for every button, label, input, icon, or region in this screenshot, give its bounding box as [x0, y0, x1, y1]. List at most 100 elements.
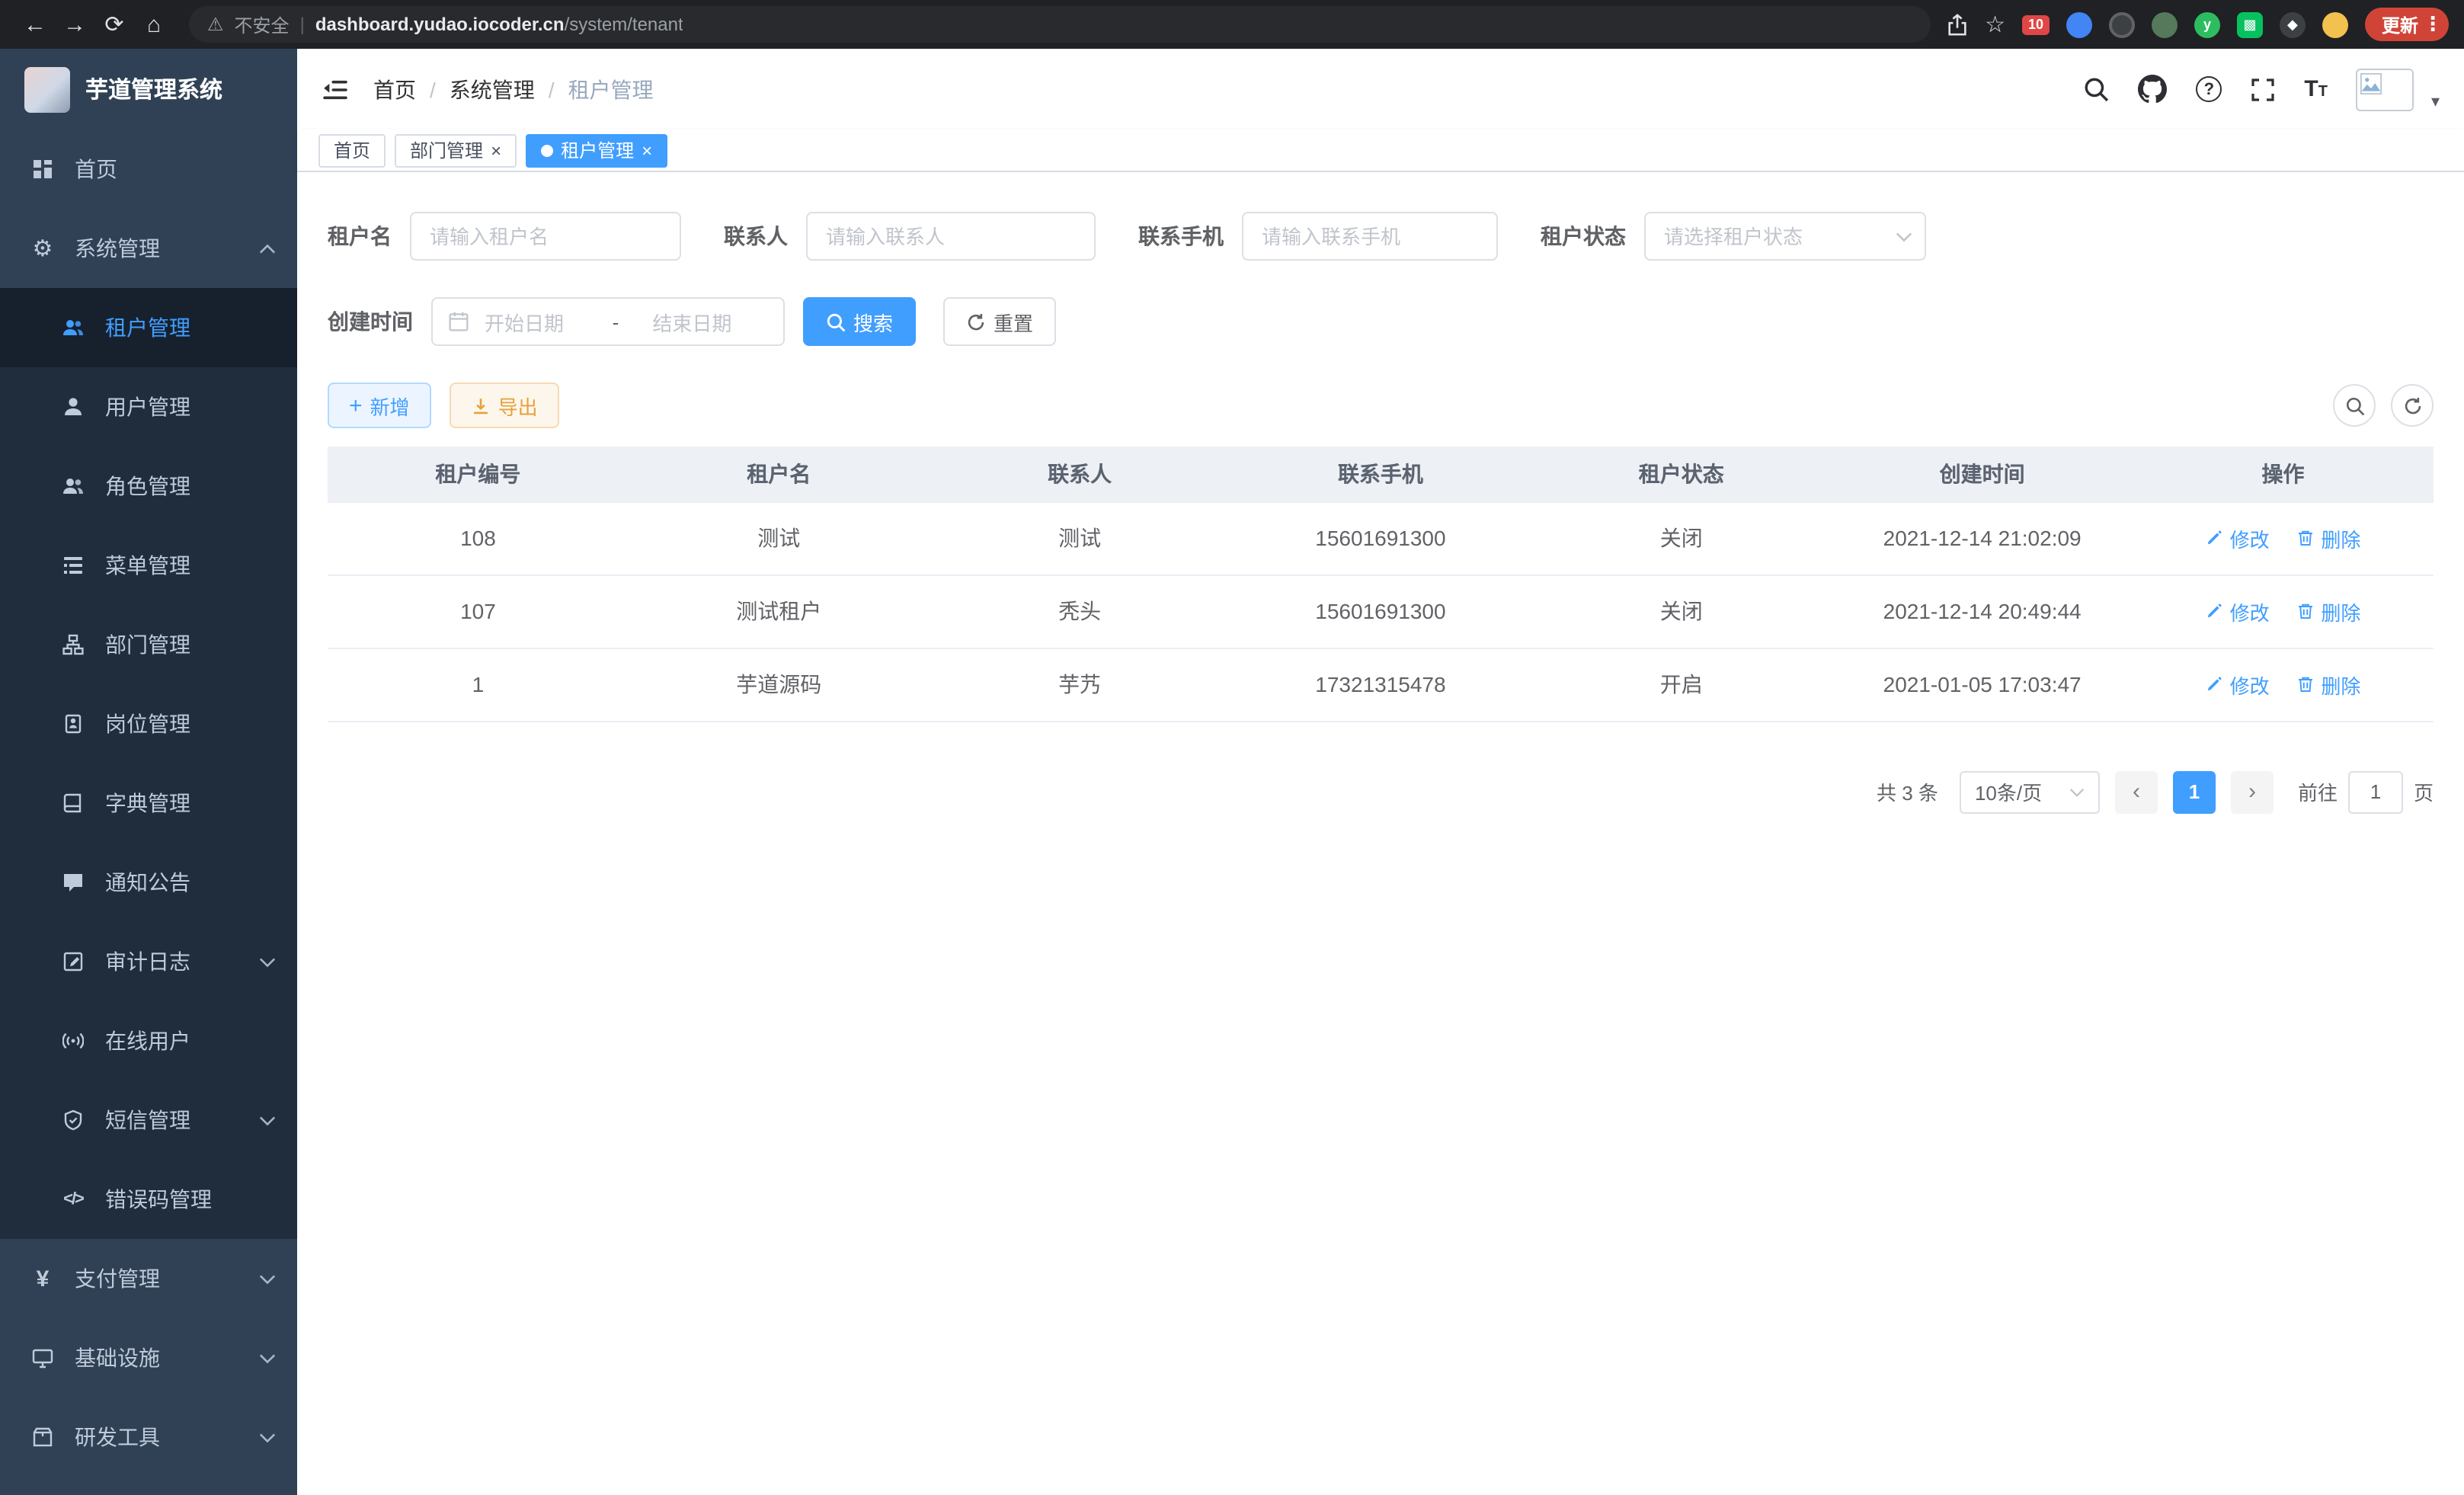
cell-tenant-id: 107 [328, 575, 629, 648]
extension-icon-blue[interactable] [2066, 11, 2092, 37]
cell-actions: 修改 删除 [2133, 501, 2434, 575]
contact-input[interactable] [806, 212, 1096, 261]
export-button[interactable]: 导出 [450, 383, 559, 428]
reset-button[interactable]: 重置 [943, 297, 1056, 346]
button-label: 新增 [370, 391, 410, 420]
toolbox-icon [30, 1426, 55, 1448]
cell-contact: 芋艿 [930, 648, 1230, 721]
browser-reload-button[interactable]: ⟳ [94, 5, 134, 44]
breadcrumb-home[interactable]: 首页 [373, 74, 416, 104]
goto-page-input[interactable] [2348, 770, 2403, 813]
bookmark-star-icon[interactable]: ☆ [1985, 11, 2005, 38]
extension-icon-dark[interactable] [2109, 11, 2135, 37]
fullscreen-icon[interactable] [2251, 77, 2275, 101]
avatar-caret-icon[interactable]: ▾ [2431, 91, 2440, 110]
close-icon[interactable]: × [491, 141, 501, 159]
url-path: /system/tenant [565, 14, 683, 35]
tab-home[interactable]: 首页 [318, 133, 386, 167]
org-tree-icon [61, 634, 85, 655]
goto-suffix: 页 [2414, 777, 2434, 806]
sidebar-item-home[interactable]: 首页 [0, 130, 297, 209]
search-button[interactable]: 搜索 [803, 297, 916, 346]
add-button[interactable]: + 新增 [328, 383, 431, 428]
tab-department[interactable]: 部门管理 × [395, 133, 517, 167]
status-select-input[interactable] [1644, 212, 1926, 261]
cell-contact: 秃头 [930, 575, 1230, 648]
date-range-picker[interactable]: 开始日期 - 结束日期 [431, 297, 785, 346]
sidebar-item-infrastructure[interactable]: 基础设施 [0, 1318, 297, 1397]
goto-label: 前往 [2298, 777, 2338, 806]
tenant-name-input[interactable] [410, 212, 681, 261]
browser-menu-icon[interactable]: ⋮ [2423, 12, 2443, 37]
sidebar-item-tenant[interactable]: 租户管理 [0, 288, 297, 367]
header-search-icon[interactable] [2083, 76, 2109, 102]
status-select[interactable] [1644, 212, 1926, 261]
sidebar-item-users[interactable]: 用户管理 [0, 367, 297, 447]
delete-link[interactable]: 删除 [2296, 597, 2360, 626]
refresh-table-button[interactable] [2391, 384, 2434, 427]
date-separator: - [606, 310, 626, 333]
sidebar-collapse-icon[interactable] [322, 75, 349, 103]
breadcrumb-system[interactable]: 系统管理 [450, 74, 535, 104]
page-size-select[interactable]: 10条/页 [1960, 770, 2100, 813]
date-start-placeholder: 开始日期 [475, 307, 600, 336]
sidebar-item-online-users[interactable]: 在线用户 [0, 1001, 297, 1080]
page-number-button[interactable]: 1 [2173, 770, 2216, 813]
extension-icon-puzzle[interactable]: ◆ [2280, 11, 2306, 37]
extension-icon-green[interactable] [2152, 11, 2178, 37]
browser-back-button[interactable]: ← [15, 5, 55, 44]
gear-icon: ⚙ [30, 237, 55, 260]
sidebar-item-notice[interactable]: 通知公告 [0, 843, 297, 922]
cell-created: 2021-01-05 17:03:47 [1832, 648, 2133, 721]
user-avatar[interactable] [2357, 68, 2414, 110]
browser-home-button[interactable]: ⌂ [134, 5, 174, 44]
sidebar-item-departments[interactable]: 部门管理 [0, 605, 297, 684]
sidebar-item-audit-log[interactable]: 审计日志 [0, 922, 297, 1001]
help-icon[interactable]: ? [2196, 76, 2222, 102]
chrome-update-button[interactable]: 更新 ⋮ [2365, 8, 2449, 41]
app-logo[interactable]: 芋道管理系统 [0, 49, 297, 130]
edit-link[interactable]: 修改 [2206, 523, 2270, 552]
close-icon[interactable]: × [642, 141, 652, 159]
share-icon[interactable] [1945, 13, 1968, 36]
sidebar-item-error-codes[interactable]: </> 错误码管理 [0, 1160, 297, 1239]
sidebar-item-dictionary[interactable]: 字典管理 [0, 764, 297, 843]
link-label: 删除 [2321, 523, 2360, 552]
tab-label: 租户管理 [561, 137, 634, 163]
extension-icon-yuque[interactable]: y [2194, 11, 2220, 37]
sidebar-item-label: 菜单管理 [105, 550, 190, 581]
shield-check-icon [61, 1109, 85, 1131]
link-label: 删除 [2321, 670, 2360, 699]
edit-link[interactable]: 修改 [2206, 670, 2270, 699]
tab-tenant[interactable]: 租户管理 × [526, 133, 667, 167]
edit-link[interactable]: 修改 [2206, 597, 2270, 626]
font-size-icon[interactable]: TT [2304, 78, 2328, 101]
prev-page-button[interactable]: ‹ [2115, 770, 2158, 813]
extension-icon-wechat[interactable]: ▩ [2237, 11, 2263, 37]
roles-icon [61, 475, 85, 497]
delete-link[interactable]: 删除 [2296, 670, 2360, 699]
sidebar-item-menus[interactable]: 菜单管理 [0, 526, 297, 605]
address-bar[interactable]: ⚠ 不安全 | dashboard.yudao.iocoder.cn/syste… [189, 6, 1930, 43]
delete-link[interactable]: 删除 [2296, 523, 2360, 552]
github-icon[interactable] [2138, 75, 2167, 104]
plus-icon: + [349, 394, 363, 417]
phone-input[interactable] [1242, 212, 1498, 261]
sidebar-item-payment[interactable]: ¥ 支付管理 [0, 1239, 297, 1318]
sidebar-item-sms[interactable]: 短信管理 [0, 1080, 297, 1160]
sidebar-item-label: 错误码管理 [105, 1184, 212, 1215]
cell-status: 开启 [1531, 648, 1832, 721]
next-page-button[interactable]: › [2231, 770, 2274, 813]
sidebar-item-posts[interactable]: 岗位管理 [0, 684, 297, 764]
filter-row-1: 租户名 联系人 联系手机 租户状态 [328, 212, 2434, 261]
extension-icon-yellow[interactable] [2322, 11, 2348, 37]
browser-forward-button[interactable]: → [55, 5, 94, 44]
toggle-search-button[interactable] [2333, 384, 2376, 427]
sidebar-item-system[interactable]: ⚙ 系统管理 [0, 209, 297, 288]
table-toolbar: + 新增 导出 [328, 383, 2434, 428]
sidebar-item-roles[interactable]: 角色管理 [0, 447, 297, 526]
browser-actions: ☆ 10 y ▩ ◆ 更新 ⋮ [1945, 8, 2449, 41]
extension-badge[interactable]: 10 [2022, 14, 2050, 34]
online-signal-icon [61, 1030, 85, 1052]
sidebar-item-dev-tools[interactable]: 研发工具 [0, 1397, 297, 1477]
